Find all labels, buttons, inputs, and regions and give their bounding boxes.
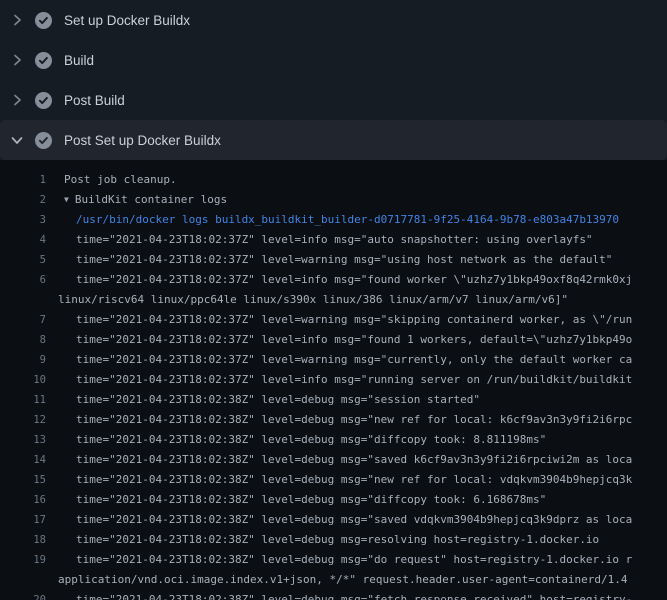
line-number[interactable]: 13 [0, 430, 46, 450]
log-row: 14 time="2021-04-23T18:02:38Z" level=deb… [0, 450, 667, 470]
log-line: time="2021-04-23T18:02:38Z" level=debug … [46, 510, 667, 530]
log-row: 6 time="2021-04-23T18:02:37Z" level=info… [0, 270, 667, 290]
check-circle-icon [35, 52, 52, 69]
log-line: time="2021-04-23T18:02:38Z" level=debug … [46, 530, 667, 550]
log-row-continuation: linux/riscv64 linux/ppc64le linux/s390x … [0, 290, 667, 310]
log-row-continuation: application/vnd.oci.image.index.v1+json,… [0, 570, 667, 590]
log-group-header: ▼ BuildKit container logs [46, 190, 667, 210]
log-line: time="2021-04-23T18:02:38Z" level=debug … [46, 430, 667, 450]
log-line: time="2021-04-23T18:02:38Z" level=debug … [46, 390, 667, 410]
log-line: time="2021-04-23T18:02:37Z" level=warnin… [46, 350, 667, 370]
log-row: 1 Post job cleanup. [0, 170, 667, 190]
line-number[interactable]: 10 [0, 370, 46, 390]
log-line: time="2021-04-23T18:02:38Z" level=debug … [46, 470, 667, 490]
line-number [0, 290, 46, 310]
log-panel: 1 Post job cleanup. 2 ▼ BuildKit containe… [0, 160, 667, 600]
step-label: Set up Docker Buildx [64, 13, 190, 28]
log-row: 15 time="2021-04-23T18:02:38Z" level=deb… [0, 470, 667, 490]
line-number[interactable]: 20 [0, 590, 46, 600]
step-row-setup-docker-buildx[interactable]: Set up Docker Buildx [0, 0, 667, 40]
log-row: 8 time="2021-04-23T18:02:37Z" level=info… [0, 330, 667, 350]
line-number[interactable]: 12 [0, 410, 46, 430]
log-line: time="2021-04-23T18:02:37Z" level=info m… [46, 370, 667, 390]
log-row: 10 time="2021-04-23T18:02:37Z" level=inf… [0, 370, 667, 390]
log-line: time="2021-04-23T18:02:38Z" level=debug … [46, 550, 667, 570]
log-line-wrapped: linux/riscv64 linux/ppc64le linux/s390x … [46, 290, 667, 310]
log-row: 18 time="2021-04-23T18:02:38Z" level=deb… [0, 530, 667, 550]
line-number[interactable]: 18 [0, 530, 46, 550]
line-number[interactable]: 1 [0, 170, 46, 190]
check-circle-icon [35, 92, 52, 109]
log-row: 11 time="2021-04-23T18:02:38Z" level=deb… [0, 390, 667, 410]
log-row: 3 /usr/bin/docker logs buildx_buildkit_b… [0, 210, 667, 230]
log-row: 17 time="2021-04-23T18:02:38Z" level=deb… [0, 510, 667, 530]
log-line: time="2021-04-23T18:02:37Z" level=warnin… [46, 310, 667, 330]
line-number[interactable]: 7 [0, 310, 46, 330]
line-number[interactable]: 17 [0, 510, 46, 530]
log-line: time="2021-04-23T18:02:38Z" level=debug … [46, 490, 667, 510]
check-circle-icon [35, 132, 52, 149]
log-line: time="2021-04-23T18:02:38Z" level=debug … [46, 450, 667, 470]
log-line: Post job cleanup. [46, 170, 667, 190]
log-line: time="2021-04-23T18:02:37Z" level=info m… [46, 330, 667, 350]
log-line-wrapped: application/vnd.oci.image.index.v1+json,… [46, 570, 667, 590]
step-label: Post Build [64, 93, 125, 108]
step-row-post-setup-docker-buildx[interactable]: Post Set up Docker Buildx [0, 120, 667, 160]
line-number[interactable]: 8 [0, 330, 46, 350]
log-line: time="2021-04-23T18:02:37Z" level=info m… [46, 230, 667, 250]
log-row: 19 time="2021-04-23T18:02:38Z" level=deb… [0, 550, 667, 570]
group-label: BuildKit container logs [75, 193, 227, 206]
log-row: 5 time="2021-04-23T18:02:37Z" level=warn… [0, 250, 667, 270]
log-row: 7 time="2021-04-23T18:02:37Z" level=warn… [0, 310, 667, 330]
line-number[interactable]: 9 [0, 350, 46, 370]
line-number[interactable]: 19 [0, 550, 46, 570]
line-number[interactable]: 2 [0, 190, 46, 210]
line-number[interactable]: 4 [0, 230, 46, 250]
log-line: time="2021-04-23T18:02:38Z" level=debug … [46, 410, 667, 430]
log-row: 20 time="2021-04-23T18:02:38Z" level=deb… [0, 590, 667, 600]
log-line: time="2021-04-23T18:02:37Z" level=info m… [46, 270, 667, 290]
step-label: Build [64, 53, 94, 68]
line-number[interactable]: 11 [0, 390, 46, 410]
log-row: 13 time="2021-04-23T18:02:38Z" level=deb… [0, 430, 667, 450]
log-command-line: /usr/bin/docker logs buildx_buildkit_bui… [46, 210, 667, 230]
line-number[interactable]: 16 [0, 490, 46, 510]
line-number [0, 570, 46, 590]
steps-list: Set up Docker Buildx Build Post Build Po… [0, 0, 667, 160]
step-row-build[interactable]: Build [0, 40, 667, 80]
step-row-post-build[interactable]: Post Build [0, 80, 667, 120]
group-toggle-icon[interactable]: ▼ [64, 190, 69, 210]
chevron-down-icon [9, 132, 25, 148]
step-label: Post Set up Docker Buildx [64, 133, 221, 148]
line-number[interactable]: 14 [0, 450, 46, 470]
log-line: time="2021-04-23T18:02:38Z" level=debug … [46, 590, 667, 600]
chevron-right-icon [9, 12, 25, 28]
line-number[interactable]: 15 [0, 470, 46, 490]
log-row: 4 time="2021-04-23T18:02:37Z" level=info… [0, 230, 667, 250]
log-row: 16 time="2021-04-23T18:02:38Z" level=deb… [0, 490, 667, 510]
chevron-right-icon [9, 52, 25, 68]
chevron-right-icon [9, 92, 25, 108]
log-row: 2 ▼ BuildKit container logs [0, 190, 667, 210]
line-number[interactable]: 5 [0, 250, 46, 270]
line-number[interactable]: 3 [0, 210, 46, 230]
check-circle-icon [35, 12, 52, 29]
log-line: time="2021-04-23T18:02:37Z" level=warnin… [46, 250, 667, 270]
log-row: 12 time="2021-04-23T18:02:38Z" level=deb… [0, 410, 667, 430]
log-row: 9 time="2021-04-23T18:02:37Z" level=warn… [0, 350, 667, 370]
line-number[interactable]: 6 [0, 270, 46, 290]
